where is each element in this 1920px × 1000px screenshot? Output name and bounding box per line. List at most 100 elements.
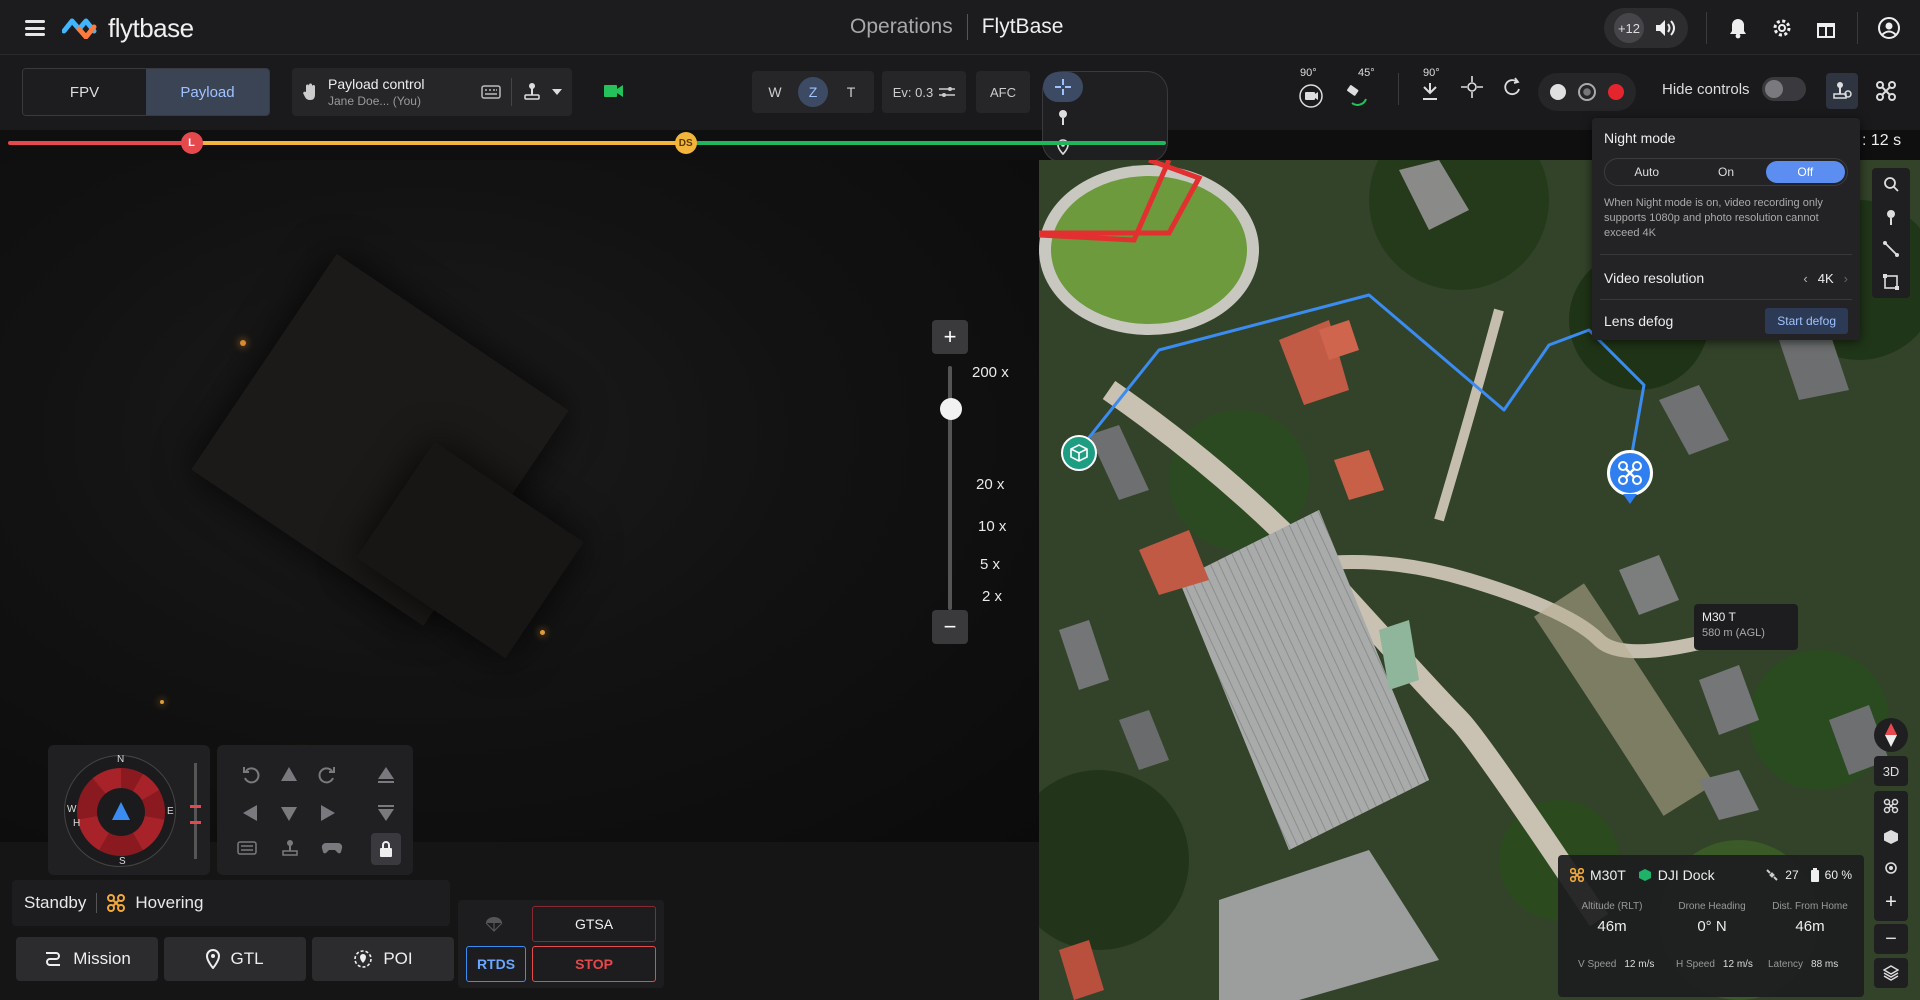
arrow-right-icon[interactable] [319,803,337,823]
menu-icon[interactable] [22,17,48,39]
rotate-right-icon[interactable] [317,765,337,785]
timeline-marker-ds[interactable]: DS [674,132,697,154]
keyboard-icon[interactable] [237,841,257,855]
divider [511,78,512,106]
gear-icon[interactable] [1769,15,1795,41]
gamepad-icon[interactable] [321,841,343,855]
gimbal-pitch-button[interactable]: 90° [1296,67,1326,109]
drone-icon [107,894,126,912]
timer-icon[interactable] [1578,83,1596,101]
gtl-button[interactable]: GTL [164,937,306,981]
audio-pill[interactable]: +12 [1604,8,1688,48]
breadcrumb-operations[interactable]: Operations [850,15,953,39]
pin-icon[interactable] [1885,209,1897,225]
map-3d-button[interactable]: 3D [1874,756,1908,786]
route-icon [46,952,61,966]
joystick-icon[interactable] [522,82,542,102]
parachute-icon[interactable] [466,906,522,942]
timeline-yellow-segment [191,141,686,145]
payload-settings-icon[interactable] [1826,73,1858,109]
start-defog-button[interactable]: Start defog [1765,308,1848,334]
keyboard-icon[interactable] [481,85,501,99]
rtds-button[interactable]: RTDS [466,946,526,982]
dock-locate-icon[interactable] [1883,829,1899,845]
chevron-right-icon[interactable]: › [1844,271,1848,286]
drone-locate-icon[interactable] [1883,798,1899,814]
ascend-icon[interactable] [377,765,395,785]
search-icon[interactable] [1883,176,1899,192]
lens-thermal-button[interactable]: T [836,77,866,107]
north-arrow-icon [1885,723,1897,747]
pin-icon[interactable] [1043,102,1083,132]
my-location-icon[interactable] [1883,860,1899,876]
crosshair-icon[interactable] [1043,72,1083,102]
joystick-icon[interactable] [281,839,299,857]
gimbal-reset-button[interactable]: 90° [1417,67,1443,109]
heading-stat: Drone Heading 0° N [1664,901,1760,935]
gift-icon[interactable] [1813,15,1839,41]
speaker-icon[interactable] [1652,15,1678,41]
lock-button[interactable] [371,833,401,865]
map-zoom-in-icon[interactable]: + [1885,891,1897,914]
gimbal-yaw-button[interactable]: 45° [1344,67,1375,109]
gimbal-rotate-icon[interactable] [1501,76,1523,103]
lens-wide-button[interactable]: W [760,77,790,107]
arrow-left-icon[interactable] [241,803,259,823]
rotate-left-icon[interactable] [241,765,261,785]
area-select-icon[interactable] [1883,273,1899,290]
gimbal-center-icon[interactable] [1461,75,1483,103]
night-mode-auto[interactable]: Auto [1607,161,1686,183]
night-mode-on[interactable]: On [1686,161,1765,183]
video-camera-icon[interactable] [604,83,624,104]
afc-button[interactable]: AFC [976,71,1030,113]
drone-settings-icon[interactable] [1870,73,1902,109]
photo-capture-button[interactable] [1550,84,1566,100]
hide-controls-label: Hide controls [1662,80,1750,98]
record-button[interactable] [1608,84,1624,100]
dock-marker[interactable] [1061,435,1097,471]
drone-map-name: M30 T [1702,610,1736,624]
hspeed-value: 12 m/s [1722,959,1753,970]
map-compass-button[interactable] [1874,718,1908,752]
heading-label: Drone Heading [1678,901,1746,912]
payload-control-panel[interactable]: Payload control Jane Doe... (You) [292,68,572,116]
manual-control-pad [217,745,413,875]
chevron-left-icon[interactable]: ‹ [1803,271,1807,286]
bell-icon[interactable] [1725,15,1751,41]
user-account-icon[interactable] [1876,15,1902,41]
exposure-control[interactable]: Ev: 0.3 [882,71,966,113]
lens-mode-selector: W Z T [752,71,874,113]
video-feed[interactable] [0,160,1039,842]
compass-home: H [73,818,81,829]
capture-controls [1538,73,1636,111]
zoom-in-button[interactable]: + [932,320,968,354]
mission-timeline: L DS [8,132,1420,154]
measure-line-icon[interactable] [1883,241,1899,258]
chevron-down-icon[interactable] [552,89,562,95]
gtsa-button[interactable]: GTSA [532,906,656,942]
tab-payload[interactable]: Payload [146,69,269,115]
timeline-marker-l[interactable]: L [180,132,203,154]
location-marker-icon[interactable] [1043,132,1083,162]
arrow-up-icon[interactable] [279,765,299,783]
arrow-down-icon[interactable] [279,805,299,823]
mission-button[interactable]: Mission [16,937,158,981]
drone-map-marker[interactable] [1607,450,1653,496]
tab-fpv[interactable]: FPV [23,69,146,115]
descend-icon[interactable] [377,803,395,823]
altitude-bar [190,763,201,859]
gimbal-pitch-label: 90° [1300,67,1317,79]
hide-controls-toggle[interactable] [1761,77,1806,101]
lens-zoom-button[interactable]: Z [798,77,828,107]
telemetry-header: M30T DJI Dock 27 60 % [1570,867,1852,883]
video-light [540,630,545,635]
zoom-slider-handle[interactable] [940,398,962,420]
zoom-out-button[interactable]: − [932,610,968,644]
map-zoom-out-button[interactable]: − [1874,924,1908,954]
stop-button[interactable]: STOP [532,946,656,982]
poi-button[interactable]: POI [312,937,454,981]
map-layers-button[interactable] [1874,958,1908,988]
flytbase-logo-icon [62,18,97,39]
gimbal-angle-icon [1347,85,1367,106]
night-mode-off[interactable]: Off [1765,161,1845,183]
